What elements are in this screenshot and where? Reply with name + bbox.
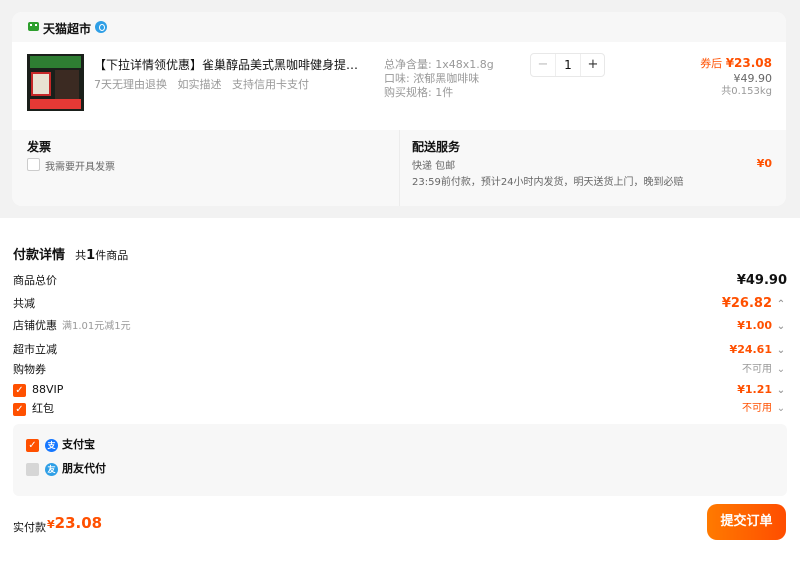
friend-pay-icon: 友 [45, 462, 58, 476]
chevron-down-icon[interactable]: ⌄ [775, 400, 787, 418]
invoice-checkbox-label[interactable]: 我需要开具发票 [45, 158, 115, 173]
delivery-price: ¥0 [756, 157, 772, 170]
chevron-down-icon[interactable]: ⌄ [775, 318, 787, 336]
row-supermarket-discount[interactable]: 超市立减 ¥24.61 ⌄ [13, 341, 787, 359]
service-tag: 支持信用卡支付 [232, 78, 309, 91]
chevron-down-icon[interactable]: ⌄ [775, 382, 787, 400]
invoice-checkbox[interactable] [27, 158, 40, 171]
total-amount: ¥23.08 [47, 514, 103, 532]
item-count-value: 1 [86, 248, 96, 263]
row-88vip[interactable]: ✓ 88VIP ¥1.21 ⌄ [13, 381, 787, 399]
price-block: 券后 ¥23.08 ¥49.90 共0.153kg [700, 56, 772, 98]
increase-quantity-button[interactable]: + [581, 54, 605, 76]
store-discount-value: ¥1.00 ⌄ [737, 317, 787, 336]
total-weight: 共0.153kg [721, 86, 772, 97]
coupon-price: 券后 ¥23.08 [700, 56, 772, 71]
row-store-discount[interactable]: 店铺优惠 满1.01元减1元 ¥1.00 ⌄ [13, 317, 787, 335]
payment-title: 付款详情 共1件商品 [13, 244, 128, 263]
chevron-up-icon[interactable]: ⌃ [775, 296, 787, 314]
red-packet-checkbox[interactable]: ✓ [13, 402, 26, 416]
decrease-quantity-button[interactable]: − [531, 54, 555, 76]
product-title[interactable]: 【下拉详情领优惠】雀巢醇品美式黑咖啡健身提神即溶... [94, 56, 364, 73]
total-discount-label: 共减 [13, 297, 35, 310]
coupon-price-label: 券后 [700, 57, 723, 70]
payment-title-text: 付款详情 [13, 248, 66, 263]
payment-method-alipay[interactable]: ✓ 支支付宝 [26, 436, 95, 454]
payment-card: 付款详情 共1件商品 商品总价 ¥49.90 共减 ¥26.82 ⌃ 店铺优惠 满1… [0, 218, 800, 566]
verified-badge-icon [95, 21, 107, 33]
item-count: 共1件商品 [75, 248, 129, 263]
shopping-voucher-value: 不可用 ⌄ [742, 361, 787, 379]
chevron-down-icon[interactable]: ⌄ [775, 361, 787, 379]
goods-total-label: 商品总价 [13, 274, 57, 287]
quantity-input[interactable]: 1 [555, 54, 581, 76]
store-discount-label: 店铺优惠 满1.01元减1元 [13, 319, 131, 332]
friend-pay-checkbox[interactable] [26, 462, 39, 476]
store-header: 天猫超市 [12, 12, 786, 42]
delivery-title: 配送服务 [412, 140, 461, 154]
vip-value: ¥1.21 ⌄ [737, 381, 787, 400]
product-service-tags: 7天无理由退换 如实描述 支持信用卡支付 [94, 76, 316, 92]
row-goods-total: 商品总价 ¥49.90 [13, 272, 787, 290]
tmall-logo-icon [28, 22, 39, 31]
friend-pay-label: 朋友代付 [62, 462, 106, 475]
goods-total-value: ¥49.90 [736, 273, 787, 288]
row-red-packet[interactable]: ✓ 红包 不可用 ⌄ [13, 400, 787, 418]
invoice-title: 发票 [27, 140, 52, 154]
product-spec-quantity: 购买规格: 1件 [384, 86, 454, 99]
alipay-label: 支付宝 [62, 438, 95, 451]
store-name[interactable]: 天猫超市 [43, 20, 91, 37]
supermarket-discount-label: 超市立减 [13, 343, 57, 356]
original-price: ¥49.90 [733, 72, 773, 85]
service-tag: 如实描述 [177, 78, 222, 91]
shopping-voucher-label: 购物券 [13, 363, 46, 376]
coupon-price-value: ¥23.08 [725, 56, 772, 70]
divider [399, 130, 400, 206]
total-discount-value: ¥26.82 ⌃ [722, 295, 787, 314]
red-packet-value: 不可用 ⌄ [742, 400, 787, 418]
vip-label: ✓ 88VIP [13, 381, 63, 399]
row-shopping-voucher[interactable]: 购物券 不可用 ⌄ [13, 361, 787, 379]
total-label: 实付款 [13, 521, 46, 534]
submit-order-button[interactable]: 提交订单 [707, 504, 786, 540]
supermarket-discount-value: ¥24.61 ⌄ [730, 341, 787, 360]
payment-methods: ✓ 支支付宝 友朋友代付 [13, 424, 787, 496]
delivery-method[interactable]: 快递 包邮 [412, 157, 455, 172]
store-discount-note: 满1.01元减1元 [62, 321, 131, 332]
order-card: 天猫超市 【下拉详情领优惠】雀巢醇品美式黑咖啡健身提神即溶... 7天无理由退换… [12, 12, 786, 206]
delivery-eta: 23:59前付款，预计24小时内发货，明天送货上门，晚到必赔 [412, 177, 684, 188]
vip-checkbox[interactable]: ✓ [13, 383, 26, 397]
service-tag: 7天无理由退换 [94, 78, 167, 91]
invoice-delivery-area: 发票 我需要开具发票 配送服务 快递 包邮 23:59前付款，预计24小时内发货… [12, 130, 786, 206]
red-packet-label: ✓ 红包 [13, 400, 54, 418]
product-thumbnail[interactable] [27, 54, 84, 111]
chevron-down-icon[interactable]: ⌄ [775, 342, 787, 360]
alipay-checkbox[interactable]: ✓ [26, 438, 39, 452]
row-total-discount[interactable]: 共减 ¥26.82 ⌃ [13, 295, 787, 313]
alipay-icon: 支 [45, 438, 58, 452]
payment-method-friend-pay[interactable]: 友朋友代付 [26, 460, 106, 478]
quantity-stepper: − 1 + [530, 53, 605, 77]
